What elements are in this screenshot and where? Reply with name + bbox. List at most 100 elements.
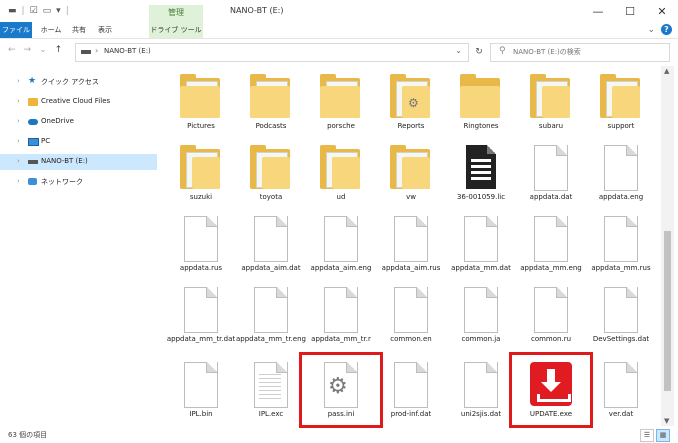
file-name: toyota bbox=[259, 193, 283, 201]
file-item[interactable]: appdata_aim.rus bbox=[376, 212, 446, 282]
back-arrow-icon[interactable]: ← bbox=[8, 45, 16, 55]
file-item[interactable]: appdata.rus bbox=[166, 212, 236, 282]
expand-chevron-icon[interactable]: › bbox=[17, 117, 20, 125]
tab-file[interactable]: ファイル bbox=[0, 22, 32, 38]
search-input[interactable] bbox=[513, 46, 663, 58]
file-name: suzuki bbox=[189, 193, 213, 201]
address-dropdown-icon[interactable]: ⌄ bbox=[455, 46, 462, 55]
breadcrumb-chevron-icon[interactable]: › bbox=[95, 46, 98, 55]
folder-icon bbox=[248, 145, 294, 191]
document-icon bbox=[178, 362, 224, 408]
forward-arrow-icon[interactable]: → bbox=[24, 45, 32, 55]
file-item[interactable]: appdata_mm.eng bbox=[516, 212, 586, 282]
file-item[interactable]: uni2sjis.dat bbox=[446, 358, 516, 428]
file-name: IPL.bin bbox=[189, 410, 213, 418]
sidebar-item-quick-access[interactable]: › ★ クイック アクセス bbox=[0, 74, 157, 90]
folder-item[interactable]: toyota bbox=[236, 141, 306, 211]
file-item[interactable]: appdata_aim.dat bbox=[236, 212, 306, 282]
expand-chevron-icon[interactable]: › bbox=[17, 77, 20, 85]
folder-item[interactable]: suzuki bbox=[166, 141, 236, 211]
folder-item[interactable]: ud bbox=[306, 141, 376, 211]
file-item[interactable]: appdata_mm_tr.dat bbox=[166, 283, 236, 353]
scroll-down-arrow-icon[interactable]: ▼ bbox=[664, 417, 669, 425]
maximize-button[interactable]: ☐ bbox=[614, 0, 646, 22]
minimize-button[interactable]: — bbox=[582, 0, 614, 22]
drive-icon bbox=[28, 160, 38, 164]
properties-icon[interactable]: ☑ bbox=[30, 5, 38, 17]
file-item[interactable]: appdata_mm_tr.eng bbox=[236, 283, 306, 353]
file-item[interactable]: common.ru bbox=[516, 283, 586, 353]
expand-chevron-icon[interactable]: › bbox=[17, 177, 20, 185]
document-icon bbox=[388, 287, 434, 333]
search-icon: ⚲ bbox=[499, 46, 506, 56]
file-item[interactable]: ver.dat bbox=[586, 358, 656, 428]
file-list: Pictures Podcasts porsche ⚙ Reports Ring… bbox=[166, 66, 660, 428]
file-item[interactable]: common.en bbox=[376, 283, 446, 353]
window-controls: — ☐ ✕ bbox=[582, 0, 678, 22]
large-icons-view-icon[interactable]: ▦ bbox=[656, 429, 670, 442]
sidebar-item-network[interactable]: › ネットワーク bbox=[0, 174, 157, 190]
document-icon bbox=[458, 362, 504, 408]
expand-chevron-icon[interactable]: › bbox=[17, 137, 20, 145]
customize-toolbar-icon[interactable]: ▾ bbox=[56, 5, 61, 17]
expand-chevron-icon[interactable]: › bbox=[17, 157, 20, 165]
vertical-scrollbar[interactable]: ▲ ▼ bbox=[661, 66, 674, 426]
folder-item[interactable]: vw bbox=[376, 141, 446, 211]
file-name: common.ru bbox=[530, 335, 572, 343]
window-menu-icon[interactable]: ▬ bbox=[8, 5, 17, 17]
address-bar[interactable]: › NANO-BT (E:) ⌄ bbox=[75, 43, 469, 62]
folder-item[interactable]: porsche bbox=[306, 70, 376, 140]
ribbon-help-area: ⌄ ? bbox=[647, 24, 672, 35]
sidebar-item-onedrive[interactable]: › OneDrive bbox=[0, 114, 157, 130]
help-icon[interactable]: ? bbox=[661, 24, 672, 35]
document-icon bbox=[388, 362, 434, 408]
new-folder-icon[interactable]: ▭ bbox=[43, 5, 52, 17]
file-item[interactable]: appdata_aim.eng bbox=[306, 212, 376, 282]
file-name: Podcasts bbox=[255, 122, 287, 130]
file-name: appdata_aim.eng bbox=[310, 264, 372, 272]
file-item[interactable]: appdata.dat bbox=[516, 141, 586, 211]
sidebar-item-label: NANO-BT (E:) bbox=[41, 157, 88, 165]
sidebar-item-creative-cloud[interactable]: › Creative Cloud Files bbox=[0, 94, 157, 110]
expand-ribbon-chevron-icon[interactable]: ⌄ bbox=[647, 25, 655, 35]
search-box[interactable]: ⚲ bbox=[490, 43, 670, 62]
scrollbar-thumb[interactable] bbox=[664, 231, 671, 391]
file-item[interactable]: prod-inf.dat bbox=[376, 358, 446, 428]
sidebar-item-nano-bt[interactable]: › NANO-BT (E:) bbox=[0, 154, 157, 170]
sidebar-item-label: ネットワーク bbox=[41, 178, 83, 186]
recent-locations-chevron-icon[interactable]: ⌄ bbox=[39, 45, 47, 55]
explorer-window: ▬ | ☑ ▭ ▾ | 管理 NANO-BT (E:) — ☐ ✕ ファイル ホ… bbox=[0, 0, 678, 443]
scroll-up-arrow-icon[interactable]: ▲ bbox=[664, 67, 669, 75]
folder-item[interactable]: support bbox=[586, 70, 656, 140]
folder-item[interactable]: subaru bbox=[516, 70, 586, 140]
up-arrow-icon[interactable]: ↑ bbox=[55, 45, 63, 55]
file-item[interactable]: appdata_mm.rus bbox=[586, 212, 656, 282]
ribbon-tabs: ファイル ホーム 共有 表示 ドライブ ツール ⌄ ? bbox=[0, 22, 678, 39]
file-item[interactable]: 36-001059.lic bbox=[446, 141, 516, 211]
file-item[interactable]: common.ja bbox=[446, 283, 516, 353]
folder-item[interactable]: Ringtones bbox=[446, 70, 516, 140]
file-item[interactable]: appdata_mm.dat bbox=[446, 212, 516, 282]
expand-chevron-icon[interactable]: › bbox=[17, 97, 20, 105]
tab-view[interactable]: 表示 bbox=[94, 22, 116, 38]
file-item[interactable]: IPL.bin bbox=[166, 358, 236, 428]
breadcrumb-path[interactable]: NANO-BT (E:) bbox=[104, 47, 151, 55]
details-view-icon[interactable]: ☰ bbox=[640, 429, 654, 442]
file-name: porsche bbox=[327, 122, 355, 130]
refresh-icon[interactable]: ↻ bbox=[470, 44, 488, 61]
folder-item[interactable]: ⚙ Reports bbox=[376, 70, 446, 140]
close-button[interactable]: ✕ bbox=[646, 0, 678, 22]
tab-share[interactable]: 共有 bbox=[68, 22, 90, 38]
sidebar-item-pc[interactable]: › PC bbox=[0, 134, 157, 150]
file-item[interactable]: IPL.exc bbox=[236, 358, 306, 428]
folder-item[interactable]: Podcasts bbox=[236, 70, 306, 140]
file-item[interactable]: appdata.eng bbox=[586, 141, 656, 211]
file-name: appdata_mm.dat bbox=[451, 264, 511, 272]
sidebar-item-label: Creative Cloud Files bbox=[41, 97, 111, 105]
tab-drive-tools[interactable]: ドライブ ツール bbox=[149, 22, 203, 38]
folder-item[interactable]: Pictures bbox=[166, 70, 236, 140]
file-name: 36-001059.lic bbox=[456, 193, 506, 201]
tab-home[interactable]: ホーム bbox=[38, 22, 64, 38]
file-item[interactable]: appdata_mm_tr.r bbox=[306, 283, 376, 353]
file-item[interactable]: DevSettings.dat bbox=[586, 283, 656, 353]
